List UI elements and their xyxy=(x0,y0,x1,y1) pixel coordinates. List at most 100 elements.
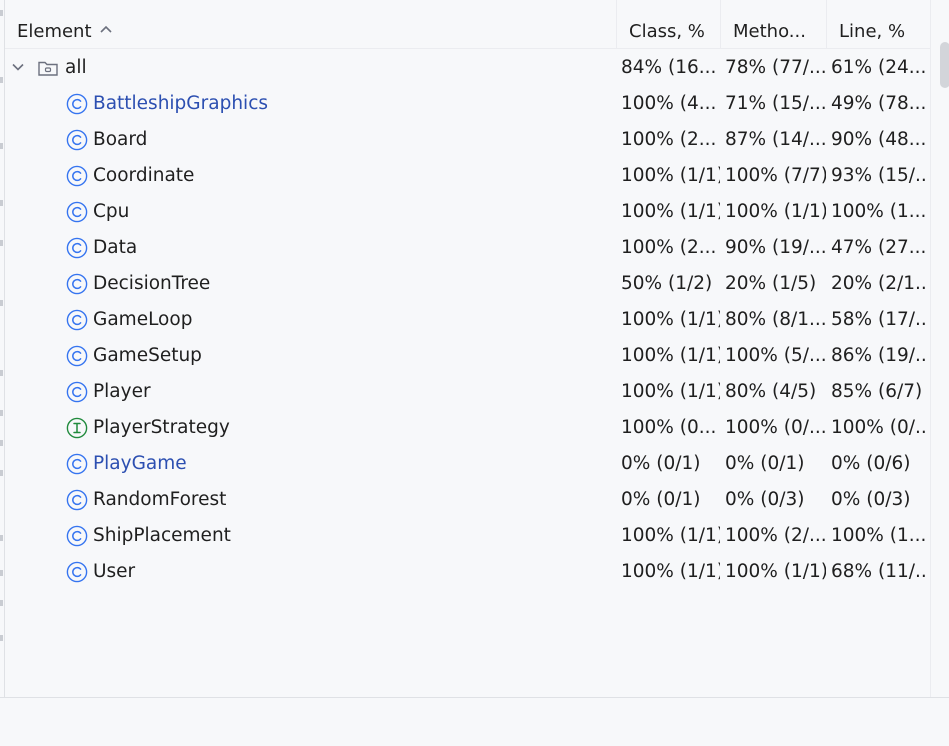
table-row[interactable]: Player 100% (1/1) 80% (4/5) 85% (6/7) xyxy=(5,374,930,410)
class-icon xyxy=(66,237,88,259)
table-row[interactable]: ShipPlacement 100% (1/1) 100% (2/... 100% (… xyxy=(5,518,930,554)
sort-ascending-icon xyxy=(99,25,112,33)
row-name: PlayerStrategy xyxy=(93,417,230,438)
row-name: GameLoop xyxy=(93,309,193,330)
row-name: User xyxy=(93,561,136,582)
row-class-coverage: 100% (1/1) xyxy=(621,525,720,546)
row-method-coverage: 87% (14/... xyxy=(725,129,826,150)
row-line-coverage: 90% (48... xyxy=(831,129,927,150)
table-row[interactable]: GameSetup 100% (1/1) 100% (5/... 86% (19/..… xyxy=(5,338,930,374)
row-method-coverage: 100% (1/1) xyxy=(725,561,826,582)
class-icon xyxy=(66,165,88,187)
row-method-coverage: 100% (0/... xyxy=(725,417,826,438)
class-icon xyxy=(66,561,88,583)
column-header-line-label: Line, % xyxy=(839,21,906,42)
folder-icon xyxy=(38,61,58,76)
table-row[interactable]: Board 100% (2... 87% (14/... 90% (48... xyxy=(5,122,930,158)
table-row[interactable]: DecisionTree 50% (1/2) 20% (1/5) 20% (2/1..… xyxy=(5,266,930,302)
row-class-coverage: 100% (1/1) xyxy=(621,201,720,222)
table-row[interactable]: GameLoop 100% (1/1) 80% (8/1... 58% (17/... xyxy=(5,302,930,338)
row-line-coverage: 58% (17/... xyxy=(831,309,928,330)
row-line-coverage: 68% (11/... xyxy=(831,561,928,582)
table-row[interactable]: RandomForest 0% (0/1) 0% (0/3) 0% (0/3) xyxy=(5,482,930,518)
table-row[interactable]: Cpu 100% (1/1) 100% (1/1) 100% (1... xyxy=(5,194,930,230)
row-name: DecisionTree xyxy=(93,273,211,294)
row-line-coverage: 47% (27... xyxy=(831,237,927,258)
row-name: Data xyxy=(93,237,138,258)
table-row[interactable]: User 100% (1/1) 100% (1/1) 68% (11/... xyxy=(5,554,930,590)
row-name: Player xyxy=(93,381,151,402)
row-name: Cpu xyxy=(93,201,130,222)
row-line-coverage: 0% (0/6) xyxy=(831,453,911,474)
vertical-scrollbar[interactable] xyxy=(930,0,949,697)
coverage-table: Element Class, % Metho... Line, % all 84… xyxy=(5,0,930,697)
row-class-coverage: 84% (16... xyxy=(621,57,717,78)
row-name: Board xyxy=(93,129,148,150)
class-icon xyxy=(66,201,88,223)
row-line-coverage: 20% (2/1... xyxy=(831,273,928,294)
column-header-element-label: Element xyxy=(17,21,92,42)
column-header-method[interactable]: Metho... xyxy=(720,0,826,48)
row-class-coverage: 100% (1/1) xyxy=(621,309,720,330)
table-row[interactable]: PlayerStrategy 100% (0... 100% (0/... 100% … xyxy=(5,410,930,446)
scrollbar-thumb[interactable] xyxy=(940,42,949,88)
row-method-coverage: 100% (7/7) xyxy=(725,165,826,186)
row-name[interactable]: BattleshipGraphics xyxy=(93,86,603,122)
row-class-coverage: 100% (2... xyxy=(621,237,717,258)
table-row[interactable]: PlayGame 0% (0/1) 0% (0/1) 0% (0/6) xyxy=(5,446,930,482)
column-header-class-label: Class, % xyxy=(629,21,705,42)
row-name: GameSetup xyxy=(93,345,202,366)
row-class-coverage: 0% (0/1) xyxy=(621,453,701,474)
row-name: RandomForest xyxy=(93,489,227,510)
chevron-down-icon[interactable] xyxy=(10,59,26,75)
column-header-element[interactable]: Element xyxy=(17,0,617,48)
row-class-coverage: 100% (4... xyxy=(621,93,717,114)
row-method-coverage: 80% (4/5) xyxy=(725,381,817,402)
row-name: all xyxy=(65,57,87,78)
table-row[interactable]: BattleshipGraphics 100% (4... 71% (15/... 4… xyxy=(5,86,930,122)
row-method-coverage: 0% (0/1) xyxy=(725,453,805,474)
column-header-class[interactable]: Class, % xyxy=(616,0,719,48)
row-line-coverage: 61% (24... xyxy=(831,57,927,78)
row-line-coverage: 100% (1... xyxy=(831,525,927,546)
row-method-coverage: 80% (8/1... xyxy=(725,309,826,330)
row-method-coverage: 0% (0/3) xyxy=(725,489,805,510)
row-class-coverage: 100% (1/1) xyxy=(621,561,720,582)
row-name: Coordinate xyxy=(93,165,195,186)
row-class-coverage: 100% (0... xyxy=(621,417,717,438)
table-row-root[interactable]: all 84% (16... 78% (77/... 61% (24... xyxy=(5,50,930,86)
row-method-coverage: 100% (5/... xyxy=(725,345,826,366)
table-row[interactable]: Data 100% (2... 90% (19/... 47% (27... xyxy=(5,230,930,266)
column-header-method-label: Metho... xyxy=(733,21,806,42)
class-icon xyxy=(66,489,88,511)
bottom-panel xyxy=(0,697,949,746)
row-class-coverage: 100% (1/1) xyxy=(621,165,720,186)
class-icon xyxy=(66,309,88,331)
row-class-coverage: 100% (2... xyxy=(621,129,717,150)
row-class-coverage: 100% (1/1) xyxy=(621,345,720,366)
row-method-coverage: 100% (2/... xyxy=(725,525,826,546)
interface-icon xyxy=(66,417,88,439)
row-method-coverage: 20% (1/5) xyxy=(725,273,817,294)
row-method-coverage: 100% (1/1) xyxy=(725,201,826,222)
row-line-coverage: 86% (19/... xyxy=(831,345,928,366)
row-method-coverage: 71% (15/... xyxy=(725,93,826,114)
row-line-coverage: 49% (78... xyxy=(831,93,927,114)
row-class-coverage: 100% (1/1) xyxy=(621,381,720,402)
row-line-coverage: 100% (1... xyxy=(831,201,927,222)
row-class-coverage: 50% (1/2) xyxy=(621,273,713,294)
row-class-coverage: 0% (0/1) xyxy=(621,489,701,510)
class-icon xyxy=(66,273,88,295)
class-icon xyxy=(66,381,88,403)
class-icon xyxy=(66,93,88,115)
row-line-coverage: 100% (0/... xyxy=(831,417,928,438)
row-line-coverage: 93% (15/... xyxy=(831,165,928,186)
row-name[interactable]: PlayGame xyxy=(93,446,603,482)
row-line-coverage: 0% (0/3) xyxy=(831,489,911,510)
row-method-coverage: 90% (19/... xyxy=(725,237,826,258)
class-icon xyxy=(66,525,88,547)
table-row[interactable]: Coordinate 100% (1/1) 100% (7/7) 93% (15/..… xyxy=(5,158,930,194)
class-icon xyxy=(66,345,88,367)
column-header-line[interactable]: Line, % xyxy=(826,0,930,48)
row-line-coverage: 85% (6/7) xyxy=(831,381,923,402)
